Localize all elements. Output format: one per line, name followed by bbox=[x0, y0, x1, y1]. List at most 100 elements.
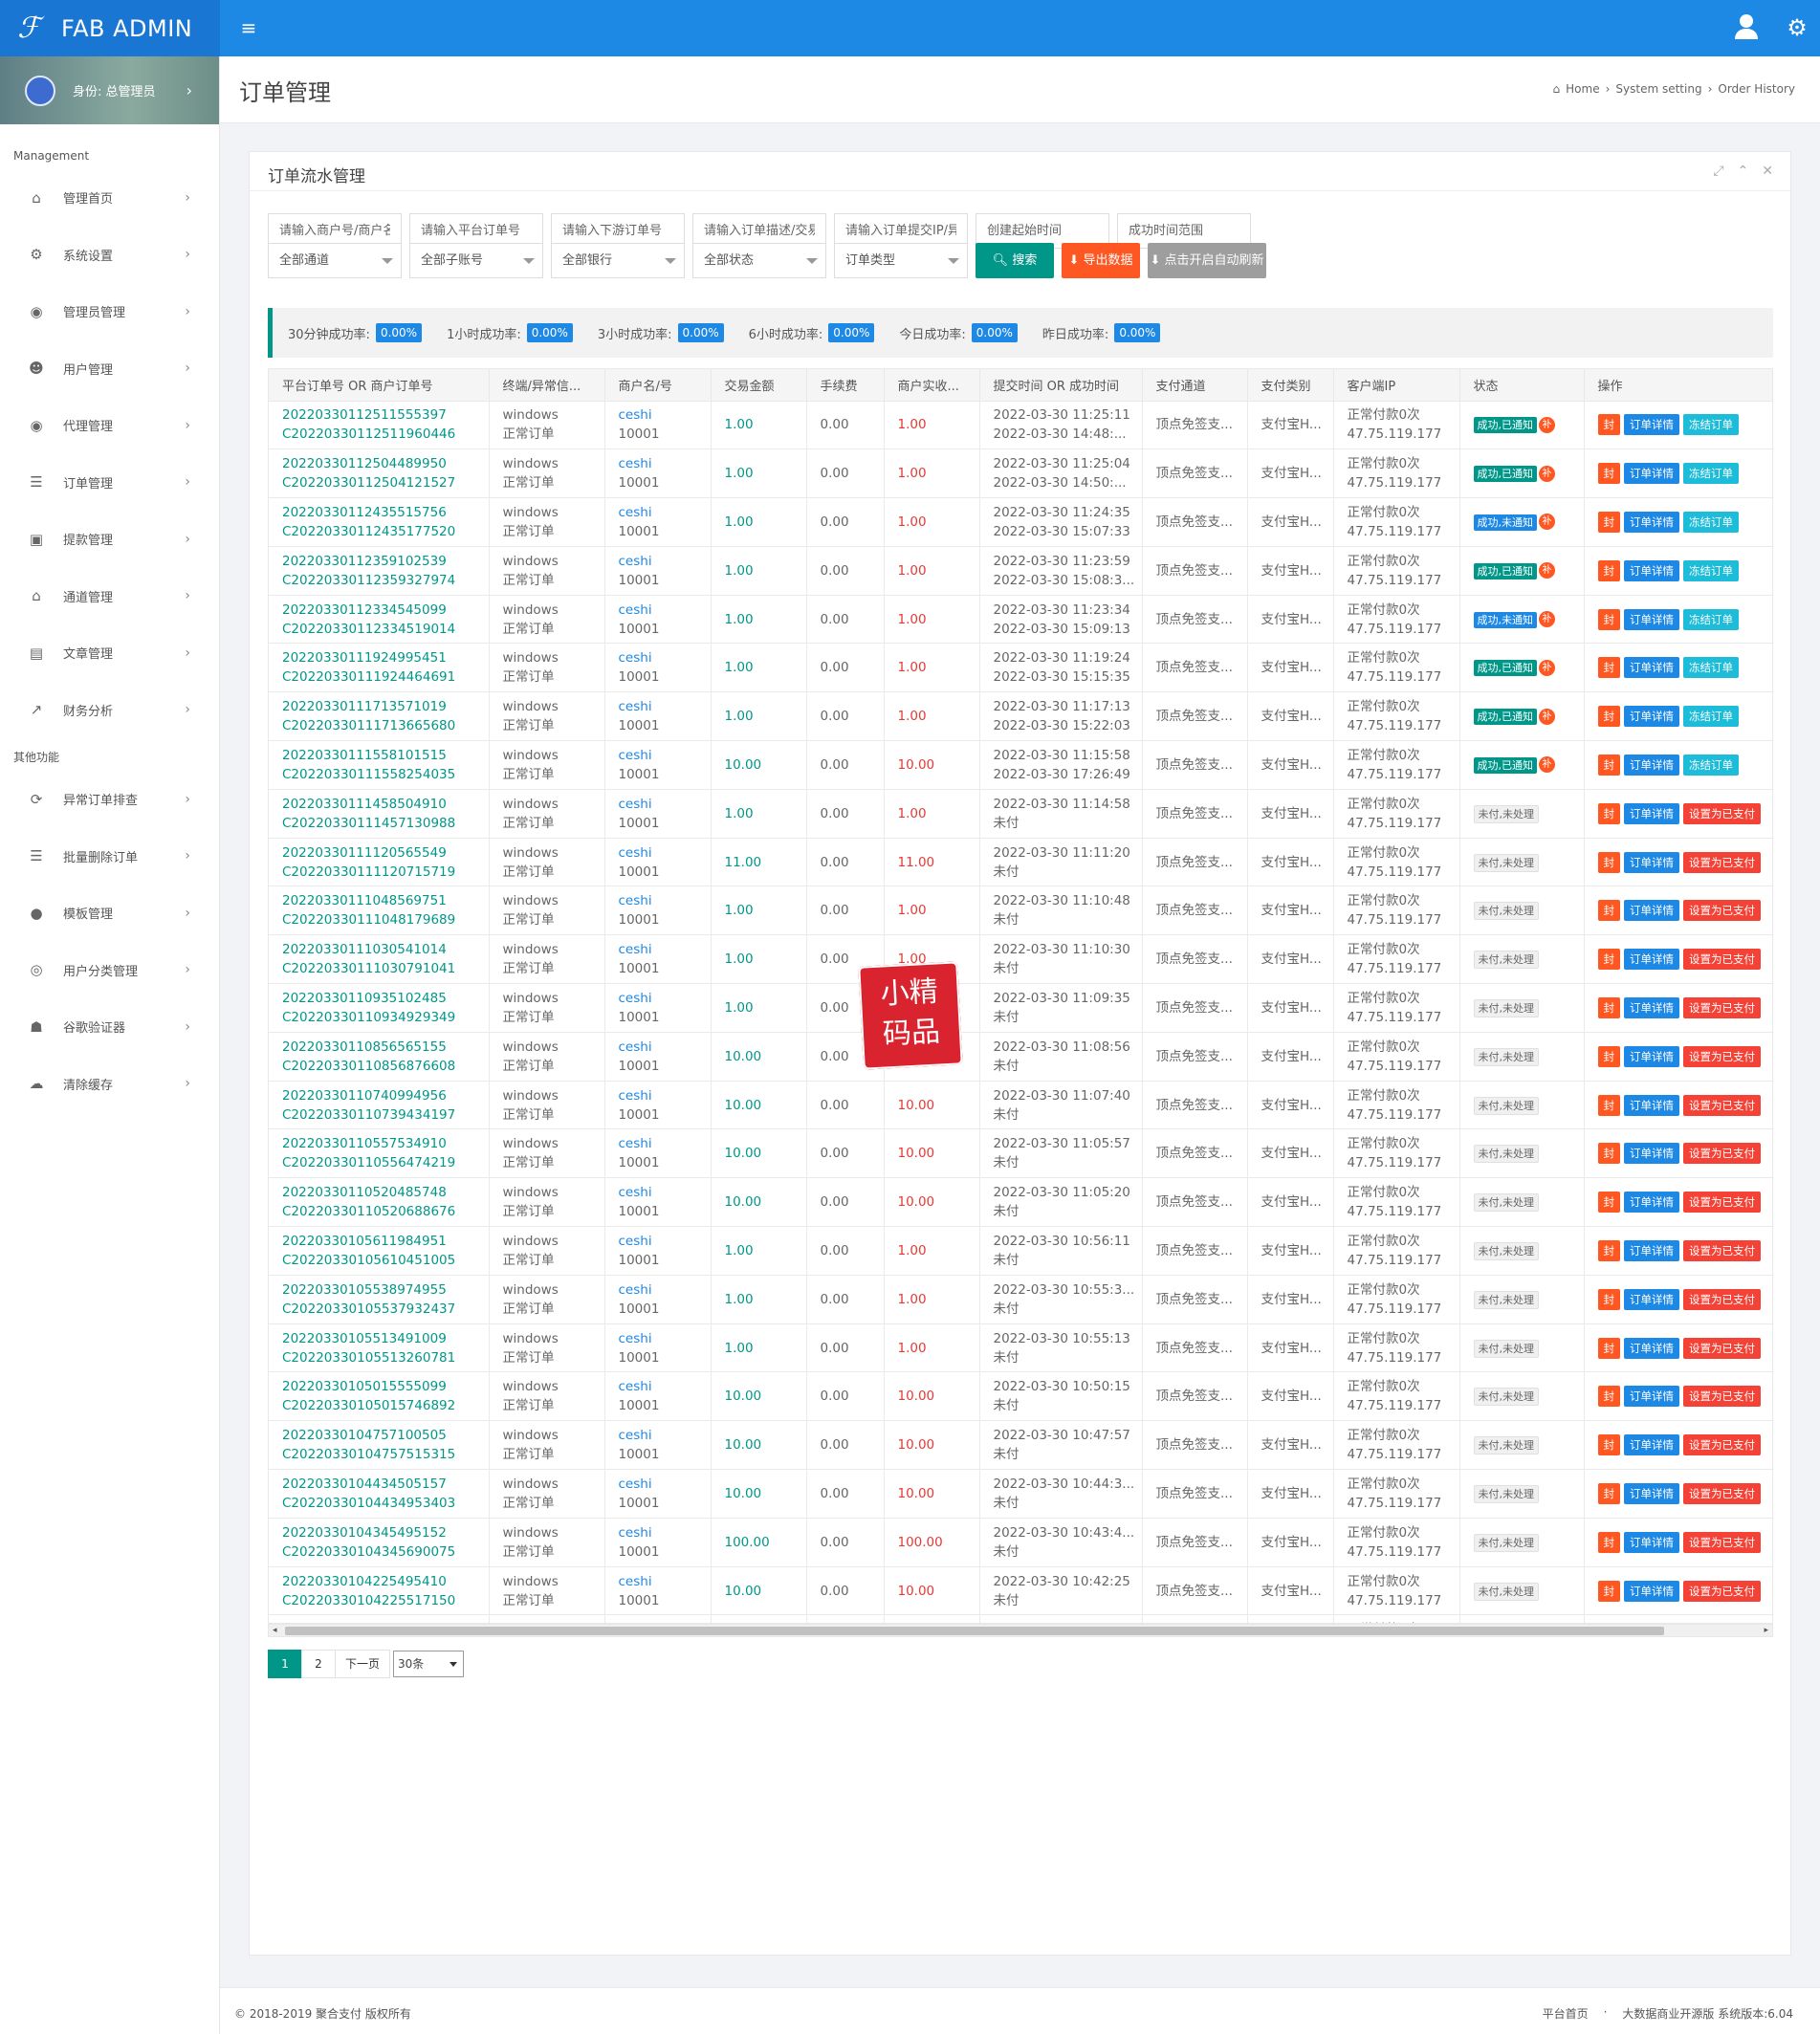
merchant-name-link[interactable]: ceshi bbox=[619, 1523, 711, 1542]
set-paid-button[interactable]: 设置为已支付 bbox=[1683, 1192, 1761, 1214]
export-button[interactable]: ⬇ 导出数据 bbox=[1062, 243, 1140, 278]
set-paid-button[interactable]: 设置为已支付 bbox=[1683, 1482, 1761, 1504]
merchant-name-link[interactable]: ceshi bbox=[619, 940, 711, 959]
seal-order-button[interactable]: 封 bbox=[1597, 1531, 1620, 1553]
order-detail-button[interactable]: 订单详情 bbox=[1624, 1094, 1679, 1116]
seal-order-button[interactable]: 封 bbox=[1597, 511, 1620, 533]
seal-order-button[interactable]: 封 bbox=[1597, 657, 1620, 679]
sidebar-item[interactable]: ☰ 批量删除订单 › bbox=[0, 828, 219, 886]
seal-order-button[interactable]: 封 bbox=[1597, 851, 1620, 873]
sidebar-item[interactable]: ◉ 管理员管理 › bbox=[0, 283, 219, 340]
order-detail-button[interactable]: 订单详情 bbox=[1624, 559, 1679, 581]
resend-notify-button[interactable]: 补 bbox=[1539, 756, 1555, 774]
set-paid-button[interactable]: 设置为已支付 bbox=[1683, 1239, 1761, 1261]
breadcrumb-order-history[interactable]: Order History bbox=[1718, 82, 1795, 96]
merchant-name-link[interactable]: ceshi bbox=[619, 1572, 711, 1591]
seal-order-button[interactable]: 封 bbox=[1597, 706, 1620, 728]
scrollbar-thumb[interactable] bbox=[285, 1627, 1664, 1635]
seal-order-button[interactable]: 封 bbox=[1597, 414, 1620, 436]
app-logo[interactable]: ℱ FAB ADMIN bbox=[0, 0, 220, 56]
set-paid-button[interactable]: 设置为已支付 bbox=[1683, 1531, 1761, 1553]
seal-order-button[interactable]: 封 bbox=[1597, 463, 1620, 485]
seal-order-button[interactable]: 封 bbox=[1597, 1288, 1620, 1310]
breadcrumb-home[interactable]: Home bbox=[1566, 82, 1599, 96]
sidebar-item[interactable]: ↗ 财务分析 › bbox=[0, 682, 219, 739]
merchant-name-link[interactable]: ceshi bbox=[619, 795, 711, 814]
channel-select[interactable]: 全部通道 bbox=[268, 243, 402, 278]
resend-notify-button[interactable]: 补 bbox=[1539, 708, 1555, 725]
merchant-name-link[interactable]: ceshi bbox=[619, 746, 711, 765]
merchant-name-link[interactable]: ceshi bbox=[619, 503, 711, 522]
close-icon[interactable]: ✕ bbox=[1762, 164, 1773, 179]
freeze-order-button[interactable]: 冻结订单 bbox=[1683, 754, 1739, 776]
profile-panel[interactable]: 身份: 总管理员 › bbox=[0, 56, 219, 124]
order-detail-button[interactable]: 订单详情 bbox=[1624, 1045, 1679, 1067]
merchant-name-link[interactable]: ceshi bbox=[619, 843, 711, 863]
next-page-button[interactable]: 下一页 bbox=[335, 1650, 391, 1678]
sidebar-item[interactable]: ● 模板管理 › bbox=[0, 885, 219, 942]
breadcrumb-system-setting[interactable]: System setting bbox=[1615, 82, 1701, 96]
freeze-order-button[interactable]: 冻结订单 bbox=[1683, 511, 1739, 533]
order-detail-button[interactable]: 订单详情 bbox=[1624, 900, 1679, 922]
merchant-name-link[interactable]: ceshi bbox=[619, 405, 711, 425]
set-paid-button[interactable]: 设置为已支付 bbox=[1683, 1045, 1761, 1067]
set-paid-button[interactable]: 设置为已支付 bbox=[1683, 900, 1761, 922]
sidebar-item[interactable]: ◉ 代理管理 › bbox=[0, 397, 219, 454]
merchant-name-link[interactable]: ceshi bbox=[619, 1280, 711, 1300]
order-detail-button[interactable]: 订单详情 bbox=[1624, 1288, 1679, 1310]
seal-order-button[interactable]: 封 bbox=[1597, 1337, 1620, 1359]
merchant-name-link[interactable]: ceshi bbox=[619, 697, 711, 716]
set-paid-button[interactable]: 设置为已支付 bbox=[1683, 851, 1761, 873]
resend-notify-button[interactable]: 补 bbox=[1539, 465, 1555, 482]
resend-notify-button[interactable]: 补 bbox=[1539, 514, 1555, 531]
sidebar-item[interactable]: ◎ 用户分类管理 › bbox=[0, 942, 219, 999]
sidebar-item[interactable]: ▤ 文章管理 › bbox=[0, 624, 219, 682]
seal-order-button[interactable]: 封 bbox=[1597, 996, 1620, 1018]
order-detail-button[interactable]: 订单详情 bbox=[1624, 949, 1679, 971]
order-detail-button[interactable]: 订单详情 bbox=[1624, 1337, 1679, 1359]
order-detail-button[interactable]: 订单详情 bbox=[1624, 996, 1679, 1018]
order-detail-button[interactable]: 订单详情 bbox=[1624, 1192, 1679, 1214]
seal-order-button[interactable]: 封 bbox=[1597, 559, 1620, 581]
resend-notify-button[interactable]: 补 bbox=[1539, 611, 1555, 628]
merchant-name-link[interactable]: ceshi bbox=[619, 1475, 711, 1494]
sidebar-item[interactable]: ☰ 订单管理 › bbox=[0, 454, 219, 512]
freeze-order-button[interactable]: 冻结订单 bbox=[1683, 414, 1739, 436]
settings-gear-icon[interactable]: ⚙ bbox=[1785, 15, 1809, 40]
sidebar-item[interactable]: ⌂ 管理首页 › bbox=[0, 169, 219, 227]
set-paid-button[interactable]: 设置为已支付 bbox=[1683, 802, 1761, 824]
order-detail-button[interactable]: 订单详情 bbox=[1624, 1580, 1679, 1602]
set-paid-button[interactable]: 设置为已支付 bbox=[1683, 949, 1761, 971]
set-paid-button[interactable]: 设置为已支付 bbox=[1683, 1288, 1761, 1310]
seal-order-button[interactable]: 封 bbox=[1597, 1239, 1620, 1261]
seal-order-button[interactable]: 封 bbox=[1597, 1580, 1620, 1602]
sidebar-item[interactable]: ☗ 谷歌验证器 › bbox=[0, 998, 219, 1056]
merchant-name-link[interactable]: ceshi bbox=[619, 891, 711, 910]
merchant-name-link[interactable]: ceshi bbox=[619, 1134, 711, 1153]
merchant-name-link[interactable]: ceshi bbox=[619, 1183, 711, 1202]
set-paid-button[interactable]: 设置为已支付 bbox=[1683, 1094, 1761, 1116]
seal-order-button[interactable]: 封 bbox=[1597, 949, 1620, 971]
seal-order-button[interactable]: 封 bbox=[1597, 1482, 1620, 1504]
set-paid-button[interactable]: 设置为已支付 bbox=[1683, 1434, 1761, 1456]
resend-notify-button[interactable]: 补 bbox=[1539, 659, 1555, 676]
merchant-name-link[interactable]: ceshi bbox=[619, 601, 711, 620]
set-paid-button[interactable]: 设置为已支付 bbox=[1683, 1386, 1761, 1408]
set-paid-button[interactable]: 设置为已支付 bbox=[1683, 996, 1761, 1018]
freeze-order-button[interactable]: 冻结订单 bbox=[1683, 463, 1739, 485]
seal-order-button[interactable]: 封 bbox=[1597, 608, 1620, 630]
set-paid-button[interactable]: 设置为已支付 bbox=[1683, 1143, 1761, 1165]
sidebar-item[interactable]: ⟳ 异常订单排查 › bbox=[0, 771, 219, 828]
order-type-select[interactable]: 订单类型 bbox=[834, 243, 968, 278]
footer-home-link[interactable]: 平台首页 bbox=[1543, 2005, 1589, 2022]
seal-order-button[interactable]: 封 bbox=[1597, 1192, 1620, 1214]
set-paid-button[interactable]: 设置为已支付 bbox=[1683, 1580, 1761, 1602]
merchant-name-link[interactable]: ceshi bbox=[619, 1232, 711, 1251]
subaccount-select[interactable]: 全部子账号 bbox=[409, 243, 543, 278]
seal-order-button[interactable]: 封 bbox=[1597, 754, 1620, 776]
bank-select[interactable]: 全部银行 bbox=[551, 243, 685, 278]
scroll-right-icon[interactable]: ▸ bbox=[1764, 1625, 1768, 1636]
merchant-name-link[interactable]: ceshi bbox=[619, 1377, 711, 1396]
resend-notify-button[interactable]: 补 bbox=[1539, 562, 1555, 580]
page-2-button[interactable]: 2 bbox=[301, 1650, 336, 1678]
